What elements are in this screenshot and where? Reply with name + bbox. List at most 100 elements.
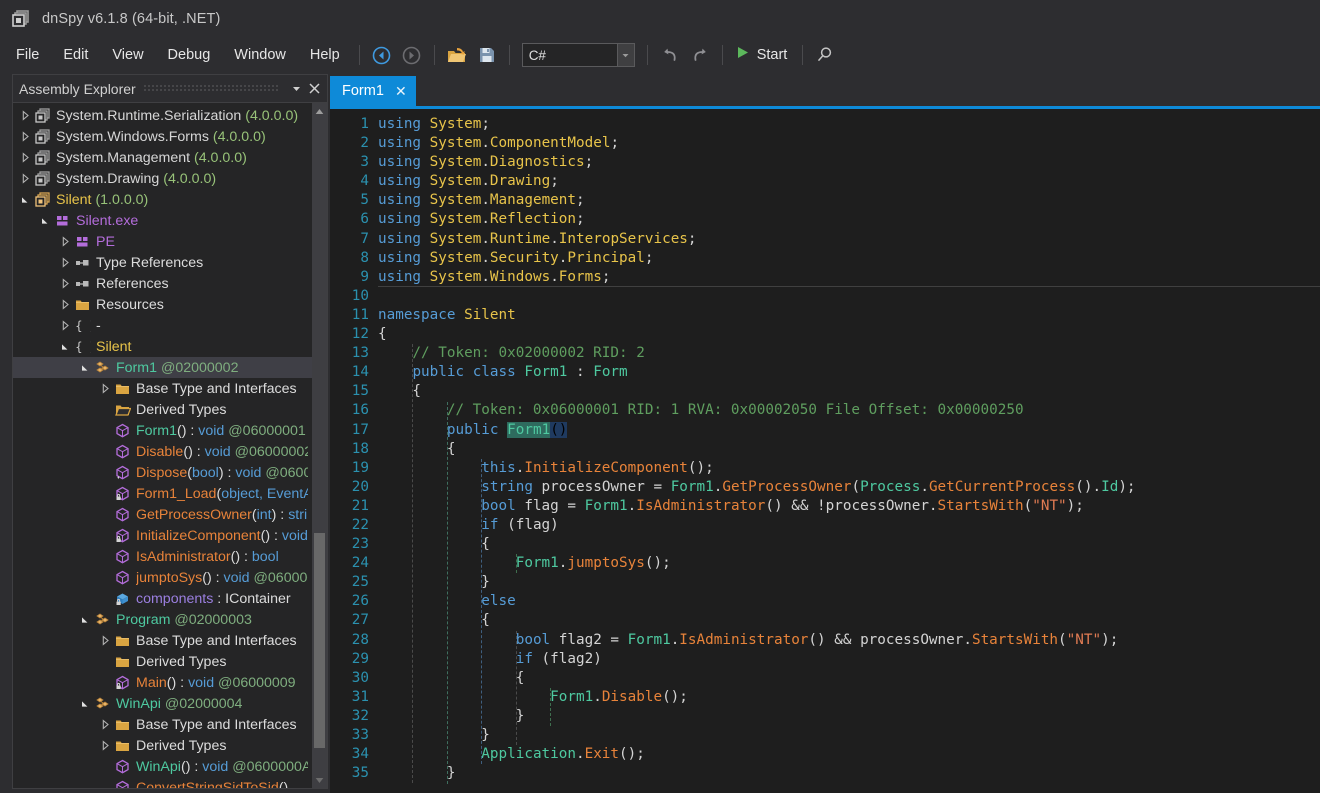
tree-item[interactable]: References xyxy=(13,273,312,294)
collapse-arrow-icon[interactable] xyxy=(97,383,113,394)
code-text[interactable]: } xyxy=(378,764,456,783)
tree-item[interactable]: InitializeComponent() : void xyxy=(13,525,312,546)
expand-arrow-icon[interactable] xyxy=(57,341,73,352)
undo-icon[interactable] xyxy=(657,42,683,68)
collapse-arrow-icon[interactable] xyxy=(97,635,113,646)
tree-item[interactable]: Base Type and Interfaces xyxy=(13,378,312,399)
code-text[interactable]: { xyxy=(378,325,387,344)
code-text[interactable]: } xyxy=(378,707,525,726)
expand-arrow-icon[interactable] xyxy=(77,698,93,709)
tree-item[interactable]: IsAdministrator() : bool xyxy=(13,546,312,567)
tree-item[interactable]: { } Silent xyxy=(13,336,312,357)
code-text[interactable]: bool flag2 = Form1.IsAdministrator() && … xyxy=(378,631,1119,650)
code-text[interactable]: public Form1() xyxy=(378,421,568,440)
collapse-arrow-icon[interactable] xyxy=(97,719,113,730)
tree-item[interactable]: WinApi() : void @0600000A xyxy=(13,756,312,777)
tree-item[interactable]: Silent.exe xyxy=(13,210,312,231)
collapse-arrow-icon[interactable] xyxy=(57,320,73,331)
collapse-arrow-icon[interactable] xyxy=(57,257,73,268)
expand-arrow-icon[interactable] xyxy=(17,194,33,205)
start-button[interactable]: Start xyxy=(730,41,796,69)
tree-item[interactable]: Disable() : void @06000002 xyxy=(13,441,312,462)
tree-item[interactable]: Base Type and Interfaces xyxy=(13,714,312,735)
tree-item[interactable]: Resources xyxy=(13,294,312,315)
tab-form1[interactable]: Form1 ✕ xyxy=(330,76,416,106)
tree-item[interactable]: Type References xyxy=(13,252,312,273)
tree-item[interactable]: System.Windows.Forms (4.0.0.0) xyxy=(13,126,312,147)
tree-item[interactable]: Derived Types xyxy=(13,735,312,756)
collapse-arrow-icon[interactable] xyxy=(57,299,73,310)
code-text[interactable]: if (flag) xyxy=(378,516,558,535)
tree-item-selected[interactable]: Form1 @02000002 xyxy=(13,357,312,378)
menu-item-debug[interactable]: Debug xyxy=(156,43,223,67)
tree-item[interactable]: Dispose(bool) : void @06000003 xyxy=(13,462,312,483)
collapse-arrow-icon[interactable] xyxy=(57,236,73,247)
code-text[interactable]: using System.ComponentModel; xyxy=(378,134,619,153)
code-text[interactable]: { xyxy=(378,382,421,401)
code-text[interactable]: // Token: 0x06000001 RID: 1 RVA: 0x00002… xyxy=(378,401,1024,420)
code-text[interactable]: { xyxy=(378,535,490,554)
chevron-down-icon[interactable] xyxy=(616,44,634,66)
back-arrow-icon[interactable] xyxy=(369,42,395,68)
menu-item-view[interactable]: View xyxy=(100,43,155,67)
tree-item[interactable]: Base Type and Interfaces xyxy=(13,630,312,651)
collapse-arrow-icon[interactable] xyxy=(57,278,73,289)
tree-item[interactable]: WinApi @02000004 xyxy=(13,693,312,714)
collapse-arrow-icon[interactable] xyxy=(17,173,33,184)
tree-item[interactable]: System.Drawing (4.0.0.0) xyxy=(13,168,312,189)
code-text[interactable]: Application.Exit(); xyxy=(378,745,645,764)
code-text[interactable]: using System; xyxy=(378,115,490,134)
code-text[interactable]: string processOwner = Form1.GetProcessOw… xyxy=(378,478,1135,497)
code-text[interactable]: public class Form1 : Form xyxy=(378,363,627,382)
code-text[interactable]: using System.Windows.Forms; xyxy=(378,268,610,287)
code-text[interactable]: using System.Drawing; xyxy=(378,172,559,191)
chevron-down-icon[interactable] xyxy=(287,79,305,99)
tree-item[interactable]: System.Runtime.Serialization (4.0.0.0) xyxy=(13,105,312,126)
search-icon[interactable] xyxy=(812,42,838,68)
collapse-arrow-icon[interactable] xyxy=(17,110,33,121)
scrollbar-thumb[interactable] xyxy=(314,533,325,748)
tree-item[interactable]: Main() : void @06000009 xyxy=(13,672,312,693)
code-text[interactable]: using System.Security.Principal; xyxy=(378,249,653,268)
code-text[interactable]: { xyxy=(378,611,490,630)
menu-item-window[interactable]: Window xyxy=(222,43,298,67)
expand-arrow-icon[interactable] xyxy=(37,215,53,226)
open-folder-icon[interactable] xyxy=(444,42,470,68)
code-text[interactable]: // Token: 0x02000002 RID: 2 xyxy=(378,344,644,363)
collapse-arrow-icon[interactable] xyxy=(17,131,33,142)
tree-item[interactable]: PE xyxy=(13,231,312,252)
code-text[interactable]: } xyxy=(378,573,490,592)
tree-item[interactable]: { }- xyxy=(13,315,312,336)
panel-drag-grip[interactable] xyxy=(143,84,279,93)
menu-item-help[interactable]: Help xyxy=(298,43,352,67)
close-icon[interactable] xyxy=(305,79,323,99)
tree-item[interactable]: Derived Types xyxy=(13,651,312,672)
code-text[interactable]: this.InitializeComponent(); xyxy=(378,459,713,478)
code-editor[interactable]: 1 using System; 2 using System.ComponentMod… xyxy=(330,109,1320,793)
code-text[interactable]: using System.Management; xyxy=(378,191,585,210)
code-text[interactable]: using System.Diagnostics; xyxy=(378,153,593,172)
code-text[interactable]: { xyxy=(378,669,525,688)
tree-item[interactable]: jumptoSys() : void @06000008 xyxy=(13,567,312,588)
tree-item[interactable]: Form1_Load(object, EventArgs) : void xyxy=(13,483,312,504)
menu-item-edit[interactable]: Edit xyxy=(51,43,100,67)
tree-item[interactable]: Form1() : void @06000001 xyxy=(13,420,312,441)
code-text[interactable]: Form1.Disable(); xyxy=(378,688,688,707)
scroll-down-icon[interactable] xyxy=(312,772,327,788)
code-text[interactable]: bool flag = Form1.IsAdministrator() && !… xyxy=(378,497,1084,516)
scroll-up-icon[interactable] xyxy=(312,103,327,119)
code-text[interactable]: namespace Silent xyxy=(378,306,516,325)
tree-item[interactable]: ConvertStringSidToSid() xyxy=(13,777,312,788)
tree-item[interactable]: System.Management (4.0.0.0) xyxy=(13,147,312,168)
redo-icon[interactable] xyxy=(687,42,713,68)
expand-arrow-icon[interactable] xyxy=(77,614,93,625)
save-icon[interactable] xyxy=(474,42,500,68)
tree-item[interactable]: Program @02000003 xyxy=(13,609,312,630)
collapse-arrow-icon[interactable] xyxy=(97,740,113,751)
tree-item[interactable]: components : IContainer xyxy=(13,588,312,609)
code-text[interactable]: } xyxy=(378,726,490,745)
code-text[interactable]: { xyxy=(378,440,456,459)
code-text[interactable]: using System.Runtime.InteropServices; xyxy=(378,230,697,249)
forward-arrow-icon[interactable] xyxy=(399,42,425,68)
code-content[interactable]: 1 using System; 2 using System.ComponentMod… xyxy=(330,109,1320,793)
